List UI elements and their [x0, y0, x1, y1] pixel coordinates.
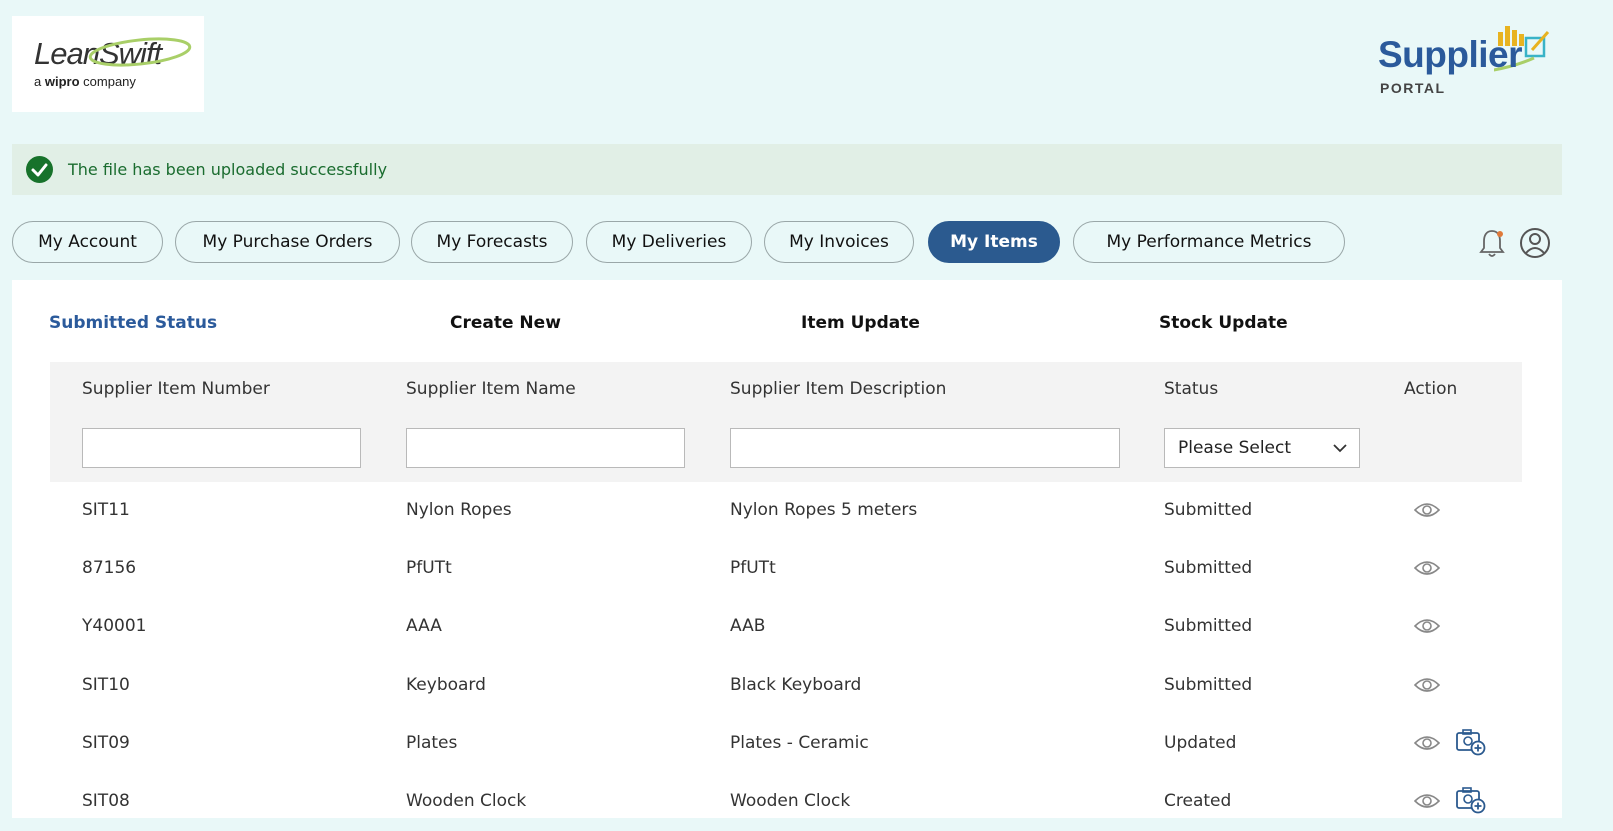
cell-item-number: SIT11 — [82, 500, 130, 520]
cell-item-name: Plates — [406, 733, 458, 753]
table-header: Supplier Item Number Supplier Item Name … — [50, 362, 1522, 482]
table-row: Y40001 AAA AAB Submitted — [50, 598, 1522, 656]
cell-status: Created — [1164, 791, 1232, 811]
leanswift-logo[interactable]: LeanSwift a wipro company — [12, 16, 204, 112]
cell-status: Updated — [1164, 733, 1237, 753]
view-icon[interactable] — [1414, 792, 1440, 810]
tab-my-account[interactable]: My Account — [12, 221, 163, 263]
filter-item-number-input[interactable] — [82, 428, 361, 468]
cell-item-name: AAA — [406, 616, 442, 636]
tab-my-deliveries[interactable]: My Deliveries — [586, 221, 752, 263]
portal-title: Supplier — [1378, 34, 1523, 75]
cell-status: Submitted — [1164, 558, 1253, 578]
table-row: SIT08 Wooden Clock Wooden Clock Created — [50, 773, 1522, 831]
view-icon[interactable] — [1414, 617, 1440, 635]
subnav-item-update[interactable]: Item Update — [801, 313, 920, 333]
table-row: SIT11 Nylon Ropes Nylon Ropes 5 meters S… — [50, 482, 1522, 540]
supplier-portal-logo: Supplier PORTAL — [1378, 18, 1553, 98]
cell-item-name: Keyboard — [406, 675, 486, 695]
col-action: Action — [1404, 379, 1458, 399]
subnav-stock-update[interactable]: Stock Update — [1159, 313, 1288, 333]
subnav-create-new[interactable]: Create New — [450, 313, 561, 333]
alert-message: The file has been uploaded successfully — [68, 160, 388, 179]
filter-item-name-input[interactable] — [406, 428, 685, 468]
status-select-value: Please Select — [1178, 438, 1292, 458]
subnav-submitted-status[interactable]: Submitted Status — [49, 313, 217, 333]
cell-item-description: Wooden Clock — [730, 791, 851, 811]
table-row: SIT10 Keyboard Black Keyboard Submitted — [50, 657, 1522, 715]
view-icon[interactable] — [1414, 559, 1440, 577]
bell-icon[interactable] — [1477, 227, 1507, 259]
cell-item-number: SIT10 — [82, 675, 130, 695]
view-icon[interactable] — [1414, 734, 1440, 752]
cell-item-number: SIT09 — [82, 733, 130, 753]
col-supplier-item-name: Supplier Item Name — [406, 379, 576, 399]
view-icon[interactable] — [1414, 676, 1440, 694]
cell-item-name: Nylon Ropes — [406, 500, 512, 520]
cell-status: Submitted — [1164, 500, 1253, 520]
cell-item-description: Plates - Ceramic — [730, 733, 869, 753]
cell-item-description: PfUTt — [730, 558, 776, 578]
logo-subtitle: a wipro company — [34, 74, 136, 89]
cell-item-description: AAB — [730, 616, 766, 636]
tab-my-items[interactable]: My Items — [928, 221, 1060, 263]
success-alert: The file has been uploaded successfully — [12, 144, 1562, 195]
view-icon[interactable] — [1414, 501, 1440, 519]
cell-item-number: 87156 — [82, 558, 137, 578]
table-row: SIT09 Plates Plates - Ceramic Updated — [50, 715, 1522, 773]
check-circle-icon — [26, 156, 53, 183]
logo-swoosh-icon — [88, 37, 192, 67]
cell-item-name: Wooden Clock — [406, 791, 527, 811]
table-row: 87156 PfUTt PfUTt Submitted — [50, 540, 1522, 598]
tab-my-purchase-orders[interactable]: My Purchase Orders — [175, 221, 400, 263]
tab-my-forecasts[interactable]: My Forecasts — [411, 221, 573, 263]
cell-item-number: Y40001 — [82, 616, 147, 636]
col-status: Status — [1164, 379, 1219, 399]
add-image-icon[interactable] — [1456, 786, 1486, 814]
cell-status: Submitted — [1164, 675, 1253, 695]
cell-item-name: PfUTt — [406, 558, 452, 578]
filter-status-select[interactable]: Please Select — [1164, 428, 1360, 468]
portal-subtitle: PORTAL — [1380, 80, 1446, 96]
cell-item-description: Black Keyboard — [730, 675, 862, 695]
cell-status: Submitted — [1164, 616, 1253, 636]
user-icon[interactable] — [1519, 227, 1551, 259]
tab-my-performance-metrics[interactable]: My Performance Metrics — [1073, 221, 1345, 263]
col-supplier-item-number: Supplier Item Number — [82, 379, 270, 399]
filter-item-description-input[interactable] — [730, 428, 1120, 468]
cell-item-description: Nylon Ropes 5 meters — [730, 500, 918, 520]
add-image-icon[interactable] — [1456, 728, 1486, 756]
cell-item-number: SIT08 — [82, 791, 130, 811]
items-panel: Submitted Status Create New Item Update … — [12, 280, 1562, 818]
chevron-down-icon — [1333, 444, 1347, 453]
tab-my-invoices[interactable]: My Invoices — [764, 221, 914, 263]
col-supplier-item-description: Supplier Item Description — [730, 379, 947, 399]
